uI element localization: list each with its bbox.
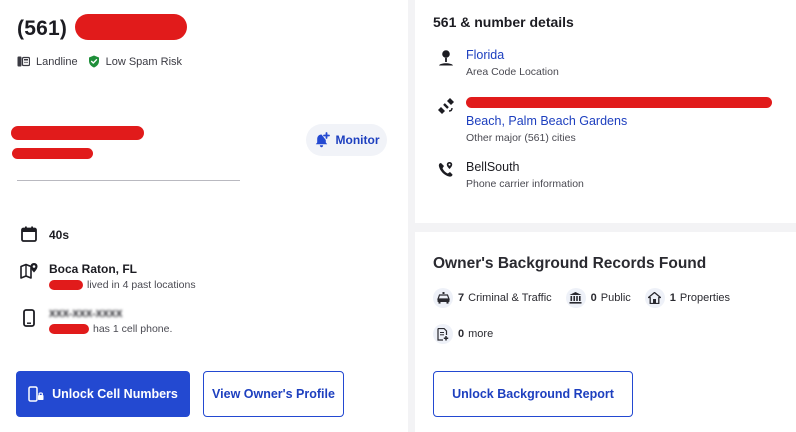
criminal-traffic-record[interactable]: 7 Criminal & Traffic — [433, 288, 552, 308]
redacted-name-inline — [49, 280, 83, 290]
public-count: 0 — [590, 292, 597, 304]
carrier-label: Phone carrier information — [466, 178, 584, 190]
spam-risk-label: Low Spam Risk — [105, 55, 183, 68]
criminal-label: Criminal & Traffic — [468, 292, 552, 304]
courthouse-icon — [569, 292, 582, 304]
cell-phone-masked: XXX-XXX-XXXX — [49, 309, 123, 320]
satellite-icon — [438, 98, 454, 114]
monitor-button[interactable]: Monitor — [306, 124, 387, 156]
unlock-cell-numbers-button[interactable]: Unlock Cell Numbers — [16, 371, 190, 417]
mobile-phone-icon — [23, 309, 35, 327]
public-label: Public — [600, 292, 631, 304]
carrier-name: BellSouth — [466, 160, 520, 174]
monitor-label: Monitor — [335, 133, 380, 147]
area-code-location-link[interactable]: Florida — [466, 48, 559, 62]
properties-label: Properties — [679, 292, 731, 304]
shield-check-icon — [88, 55, 99, 68]
major-cities-links[interactable]: Beach, Palm Beach Gardens — [466, 114, 772, 128]
records-row-1: 7 Criminal & Traffic 0 Public 1 Properti… — [433, 288, 744, 308]
area-code-location-label: Area Code Location — [466, 66, 559, 78]
phone-location-icon — [438, 162, 453, 177]
properties-count: 1 — [669, 292, 676, 304]
landline-icon — [17, 56, 30, 67]
records-row-2: 0 more — [433, 324, 507, 344]
section-divider — [17, 180, 240, 181]
bell-plus-icon — [315, 131, 330, 147]
location-row: Boca Raton, FL lived in 4 past locations — [19, 262, 196, 291]
view-owner-profile-button[interactable]: View Owner's Profile — [203, 371, 344, 417]
phone-number-title: (561) — [17, 17, 68, 40]
more-records[interactable]: 0 more — [433, 324, 493, 344]
city-value: Boca Raton, FL — [49, 262, 138, 276]
unlock-cell-numbers-label: Unlock Cell Numbers — [52, 387, 178, 401]
redacted-owner-name — [11, 126, 144, 140]
more-count: 0 — [458, 328, 465, 340]
document-plus-icon — [437, 327, 449, 341]
cell-phone-count-text: has 1 cell phone. — [93, 323, 173, 335]
criminal-count: 7 — [458, 292, 465, 304]
cell-phone-count: has 1 cell phone. — [49, 323, 172, 335]
redacted-owner-detail — [12, 148, 93, 159]
view-owner-profile-label: View Owner's Profile — [212, 387, 335, 401]
public-record[interactable]: 0 Public — [565, 288, 631, 308]
police-car-icon — [436, 292, 450, 304]
past-locations-text: lived in 4 past locations — [87, 279, 196, 291]
spam-risk: Low Spam Risk — [88, 55, 182, 68]
number-details-title: 561 & number details — [433, 14, 574, 30]
house-icon — [648, 292, 662, 304]
background-records-title: Owner's Background Records Found — [433, 255, 707, 272]
line-type-label: Landline — [36, 55, 78, 68]
redacted-name-inline — [49, 324, 89, 334]
unlock-background-report-label: Unlock Background Report — [452, 387, 614, 401]
more-label: more — [468, 328, 494, 340]
redacted-phone — [75, 14, 187, 40]
properties-record[interactable]: 1 Properties — [644, 288, 731, 308]
carrier-row: BellSouth Phone carrier information — [436, 160, 584, 190]
map-pin-icon — [19, 263, 37, 279]
major-cities-label: Other major (561) cities — [466, 132, 576, 144]
line-type: Landline — [17, 56, 78, 68]
phone-meta-row: Landline Low Spam Risk — [17, 55, 192, 68]
redacted-cities-line — [466, 97, 772, 108]
age-row: 40s — [19, 226, 69, 242]
major-cities-row: Beach, Palm Beach Gardens Other major (5… — [436, 96, 772, 144]
cell-phone-row: XXX-XXX-XXXX has 1 cell phone. — [19, 309, 172, 335]
area-code-row: Florida Area Code Location — [436, 48, 559, 78]
person-pin-icon — [439, 50, 453, 66]
age-value: 40s — [49, 228, 70, 242]
phone-lock-icon — [28, 386, 44, 402]
past-locations: lived in 4 past locations — [49, 279, 196, 291]
calendar-icon — [21, 226, 37, 242]
unlock-background-report-button[interactable]: Unlock Background Report — [433, 371, 633, 417]
